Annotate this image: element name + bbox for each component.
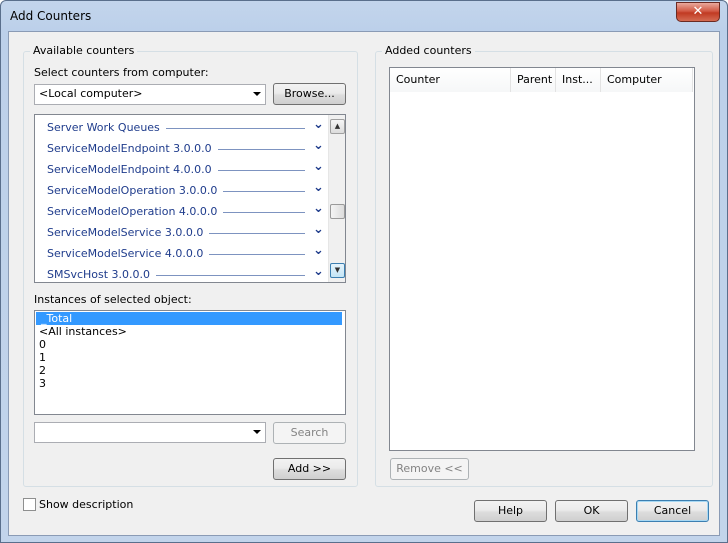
counter-leader-line bbox=[166, 128, 305, 129]
close-button[interactable]: ✕ bbox=[676, 2, 720, 22]
instance-list-item[interactable]: <All instances> bbox=[38, 325, 344, 338]
show-description-label[interactable]: Show description bbox=[39, 498, 133, 511]
instances-list[interactable]: _Total <All instances> 0 1 2 3 bbox=[34, 310, 346, 415]
counter-list-item[interactable]: SMSvcHost 3.0.0.0 ⌄ bbox=[47, 264, 324, 282]
title-bar: Add Counters ✕ bbox=[1, 1, 727, 31]
counter-list-item[interactable]: Server Work Queues ⌄ bbox=[47, 117, 324, 138]
counter-list-item[interactable]: ServiceModelService 4.0.0.0 ⌄ bbox=[47, 243, 324, 264]
counter-name: ServiceModelService 3.0.0.0 bbox=[47, 226, 208, 239]
ok-button[interactable]: OK bbox=[555, 500, 628, 522]
counter-list-item[interactable]: ServiceModelService 3.0.0.0 ⌄ bbox=[47, 222, 324, 243]
help-button[interactable]: Help bbox=[474, 500, 547, 522]
added-counters-table[interactable]: Counter Parent Inst... Computer bbox=[389, 67, 695, 451]
counter-leader-line bbox=[218, 170, 305, 171]
chevron-down-icon bbox=[253, 430, 261, 434]
computer-combobox[interactable]: <Local computer> bbox=[34, 84, 266, 105]
instance-list-item[interactable]: 3 bbox=[38, 377, 344, 390]
counter-name: ServiceModelOperation 4.0.0.0 bbox=[47, 205, 222, 218]
search-button[interactable]: Search bbox=[273, 422, 346, 444]
expand-chevron-icon[interactable]: ⌄ bbox=[313, 138, 324, 153]
instance-list-item[interactable]: 0 bbox=[38, 338, 344, 351]
available-counters-group: Available counters Select counters from … bbox=[23, 44, 358, 487]
added-counters-group: Added counters Counter Parent Inst... Co… bbox=[375, 44, 713, 487]
counter-leader-line bbox=[218, 149, 305, 150]
chevron-down-icon bbox=[253, 92, 261, 96]
column-header-counter[interactable]: Counter bbox=[390, 68, 511, 92]
counter-name: ServiceModelService 4.0.0.0 bbox=[47, 247, 208, 260]
cancel-button[interactable]: Cancel bbox=[636, 500, 709, 522]
counters-list[interactable]: Server Work Queues ⌄ ServiceModelEndpoint … bbox=[34, 114, 346, 283]
counter-name: SMSvcHost 3.0.0.0 bbox=[47, 268, 155, 281]
counter-leader-line bbox=[223, 191, 305, 192]
instance-list-item[interactable]: _Total bbox=[36, 312, 342, 325]
add-counters-dialog: Add Counters ✕ Available counters Select… bbox=[0, 0, 728, 543]
remove-button[interactable]: Remove << bbox=[390, 458, 469, 480]
browse-button[interactable]: Browse... bbox=[273, 83, 346, 105]
scroll-up-icon[interactable]: ▲ bbox=[330, 119, 345, 134]
counter-list-item[interactable]: ServiceModelOperation 4.0.0.0 ⌄ bbox=[47, 201, 324, 222]
counter-name: ServiceModelEndpoint 3.0.0.0 bbox=[47, 142, 216, 155]
expand-chevron-icon[interactable]: ⌄ bbox=[313, 243, 324, 258]
dialog-body: Available counters Select counters from … bbox=[8, 31, 720, 536]
expand-chevron-icon[interactable]: ⌄ bbox=[313, 117, 324, 132]
instance-list-item[interactable]: 1 bbox=[38, 351, 344, 364]
select-computer-label: Select counters from computer: bbox=[34, 66, 209, 79]
expand-chevron-icon[interactable]: ⌄ bbox=[313, 222, 324, 237]
expand-chevron-icon[interactable]: ⌄ bbox=[313, 159, 324, 174]
counter-list-item[interactable]: ServiceModelOperation 3.0.0.0 ⌄ bbox=[47, 180, 324, 201]
expand-chevron-icon[interactable]: ⌄ bbox=[313, 264, 324, 279]
computer-combobox-value: <Local computer> bbox=[39, 87, 143, 100]
column-header-computer[interactable]: Computer bbox=[601, 68, 693, 92]
counter-leader-line bbox=[156, 275, 305, 276]
add-button[interactable]: Add >> bbox=[273, 458, 346, 480]
instances-label: Instances of selected object: bbox=[34, 293, 192, 306]
search-combobox[interactable] bbox=[34, 422, 266, 443]
added-counters-legend: Added counters bbox=[382, 44, 475, 57]
counter-name: ServiceModelEndpoint 4.0.0.0 bbox=[47, 163, 216, 176]
window-title: Add Counters bbox=[10, 9, 92, 23]
available-counters-legend: Available counters bbox=[30, 44, 138, 57]
counters-scrollbar[interactable]: ▲ ▼ bbox=[328, 115, 345, 282]
counter-name: ServiceModelOperation 3.0.0.0 bbox=[47, 184, 222, 197]
column-header-instance[interactable]: Inst... bbox=[556, 68, 601, 92]
show-description-checkbox[interactable] bbox=[23, 498, 36, 511]
expand-chevron-icon[interactable]: ⌄ bbox=[313, 180, 324, 195]
counter-leader-line bbox=[209, 254, 305, 255]
counter-leader-line bbox=[223, 212, 305, 213]
scroll-down-icon[interactable]: ▼ bbox=[330, 263, 345, 278]
column-header-parent[interactable]: Parent bbox=[511, 68, 556, 92]
expand-chevron-icon[interactable]: ⌄ bbox=[313, 201, 324, 216]
instance-list-item[interactable]: 2 bbox=[38, 364, 344, 377]
counter-list-item[interactable]: ServiceModelEndpoint 4.0.0.0 ⌄ bbox=[47, 159, 324, 180]
counter-list-item[interactable]: ServiceModelEndpoint 3.0.0.0 ⌄ bbox=[47, 138, 324, 159]
counter-leader-line bbox=[209, 233, 305, 234]
scroll-thumb[interactable] bbox=[330, 204, 345, 219]
counter-name: Server Work Queues bbox=[47, 121, 164, 134]
